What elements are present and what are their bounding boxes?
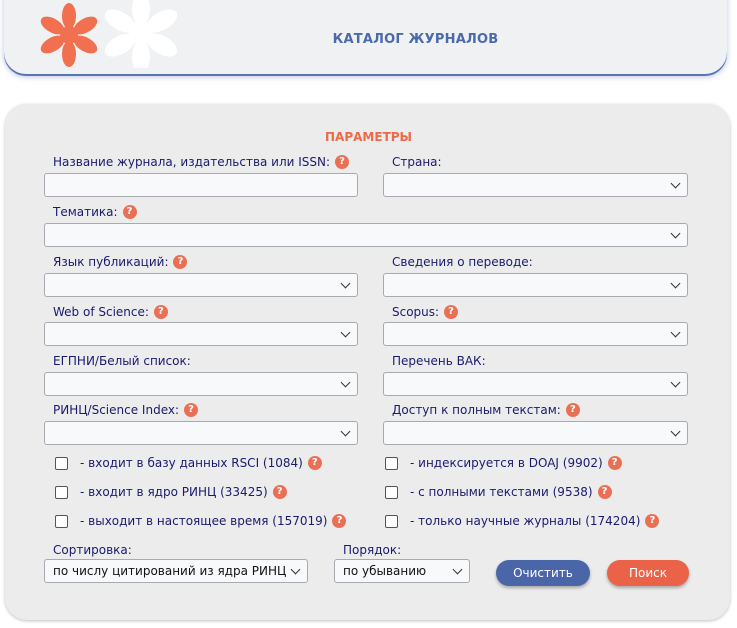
chevron-down-icon [340,278,351,289]
egpni-select[interactable] [44,372,358,396]
help-icon[interactable]: ? [565,403,580,417]
help-icon[interactable]: ? [272,485,287,499]
help-icon[interactable]: ? [153,305,168,319]
order-select[interactable]: по убыванию [334,559,470,583]
checkbox-box[interactable] [55,514,68,528]
wos-label: Web of Science: ? [53,305,168,319]
search-button[interactable]: Поиск [607,560,689,586]
translation-label: Сведения о переводе: [392,255,533,269]
current-checkbox[interactable]: - выходит в настоящее время (157019) ? [55,514,347,528]
help-icon[interactable]: ? [307,456,322,470]
fulltext-access-select[interactable] [383,421,688,445]
language-select[interactable] [44,273,358,297]
fulltext-access-label: Доступ к полным текстам: ? [392,403,580,417]
checkbox-box[interactable] [55,485,68,499]
sort-select[interactable]: по числу цитирований из ядра РИНЦ [44,559,308,583]
parameters-title: ПАРАМЕТРЫ [325,130,412,144]
doaj-checkbox[interactable]: - индексируется в DOAJ (9902) ? [385,456,622,470]
subject-select[interactable] [44,223,688,247]
country-label: Страна: [392,155,442,169]
chevron-down-icon [340,426,351,437]
rsci-checkbox[interactable]: - входит в базу данных RSCI (1084) ? [55,456,322,470]
rinc-core-checkbox[interactable]: - входит в ядро РИНЦ (33425) ? [55,485,287,499]
wos-select[interactable] [44,322,358,346]
scopus-select[interactable] [383,322,688,346]
vak-label: Перечень ВАК: [392,354,486,368]
egpni-label: ЕГПНИ/Белый список: [53,354,191,368]
journal-name-input[interactable] [44,173,358,197]
rinc-select[interactable] [44,421,358,445]
scopus-label: Scopus: ? [392,305,459,319]
sort-label: Сортировка: [53,543,132,557]
chevron-down-icon [670,426,681,437]
country-select[interactable] [383,173,688,197]
rinc-label: РИНЦ/Science Index: ? [53,403,199,417]
chevron-down-icon [670,377,681,388]
chevron-down-icon [670,278,681,289]
chevron-down-icon [670,228,681,239]
header: КАТАЛОГ ЖУРНАЛОВ [4,0,727,74]
fulltext-checkbox[interactable]: - с полными текстами (9538) ? [385,485,612,499]
help-icon[interactable]: ? [173,255,188,269]
chevron-down-icon [452,564,463,575]
checkbox-box[interactable] [385,485,398,499]
chevron-down-icon [670,327,681,338]
chevron-down-icon [670,178,681,189]
chevron-down-icon [290,564,301,575]
help-icon[interactable]: ? [122,205,137,219]
checkbox-box[interactable] [385,514,398,528]
page-title: КАТАЛОГ ЖУРНАЛОВ [332,32,499,47]
scientific-checkbox[interactable]: - только научные журналы (174204) ? [385,514,660,528]
help-icon[interactable]: ? [335,155,350,169]
help-icon[interactable]: ? [184,403,199,417]
clear-button[interactable]: Очистить [496,560,590,586]
checkbox-box[interactable] [55,456,68,470]
chevron-down-icon [340,327,351,338]
help-icon[interactable]: ? [597,485,612,499]
chevron-down-icon [340,377,351,388]
help-icon[interactable]: ? [444,305,459,319]
subject-label: Тематика: ? [53,205,137,219]
translation-select[interactable] [383,273,688,297]
order-label: Порядок: [343,543,402,557]
checkbox-box[interactable] [385,456,398,470]
help-icon[interactable]: ? [607,456,622,470]
help-icon[interactable]: ? [332,514,347,528]
language-label: Язык публикаций: ? [53,255,188,269]
help-icon[interactable]: ? [645,514,660,528]
vak-select[interactable] [383,372,688,396]
journal-name-label: Название журнала, издательства или ISSN:… [53,155,350,169]
